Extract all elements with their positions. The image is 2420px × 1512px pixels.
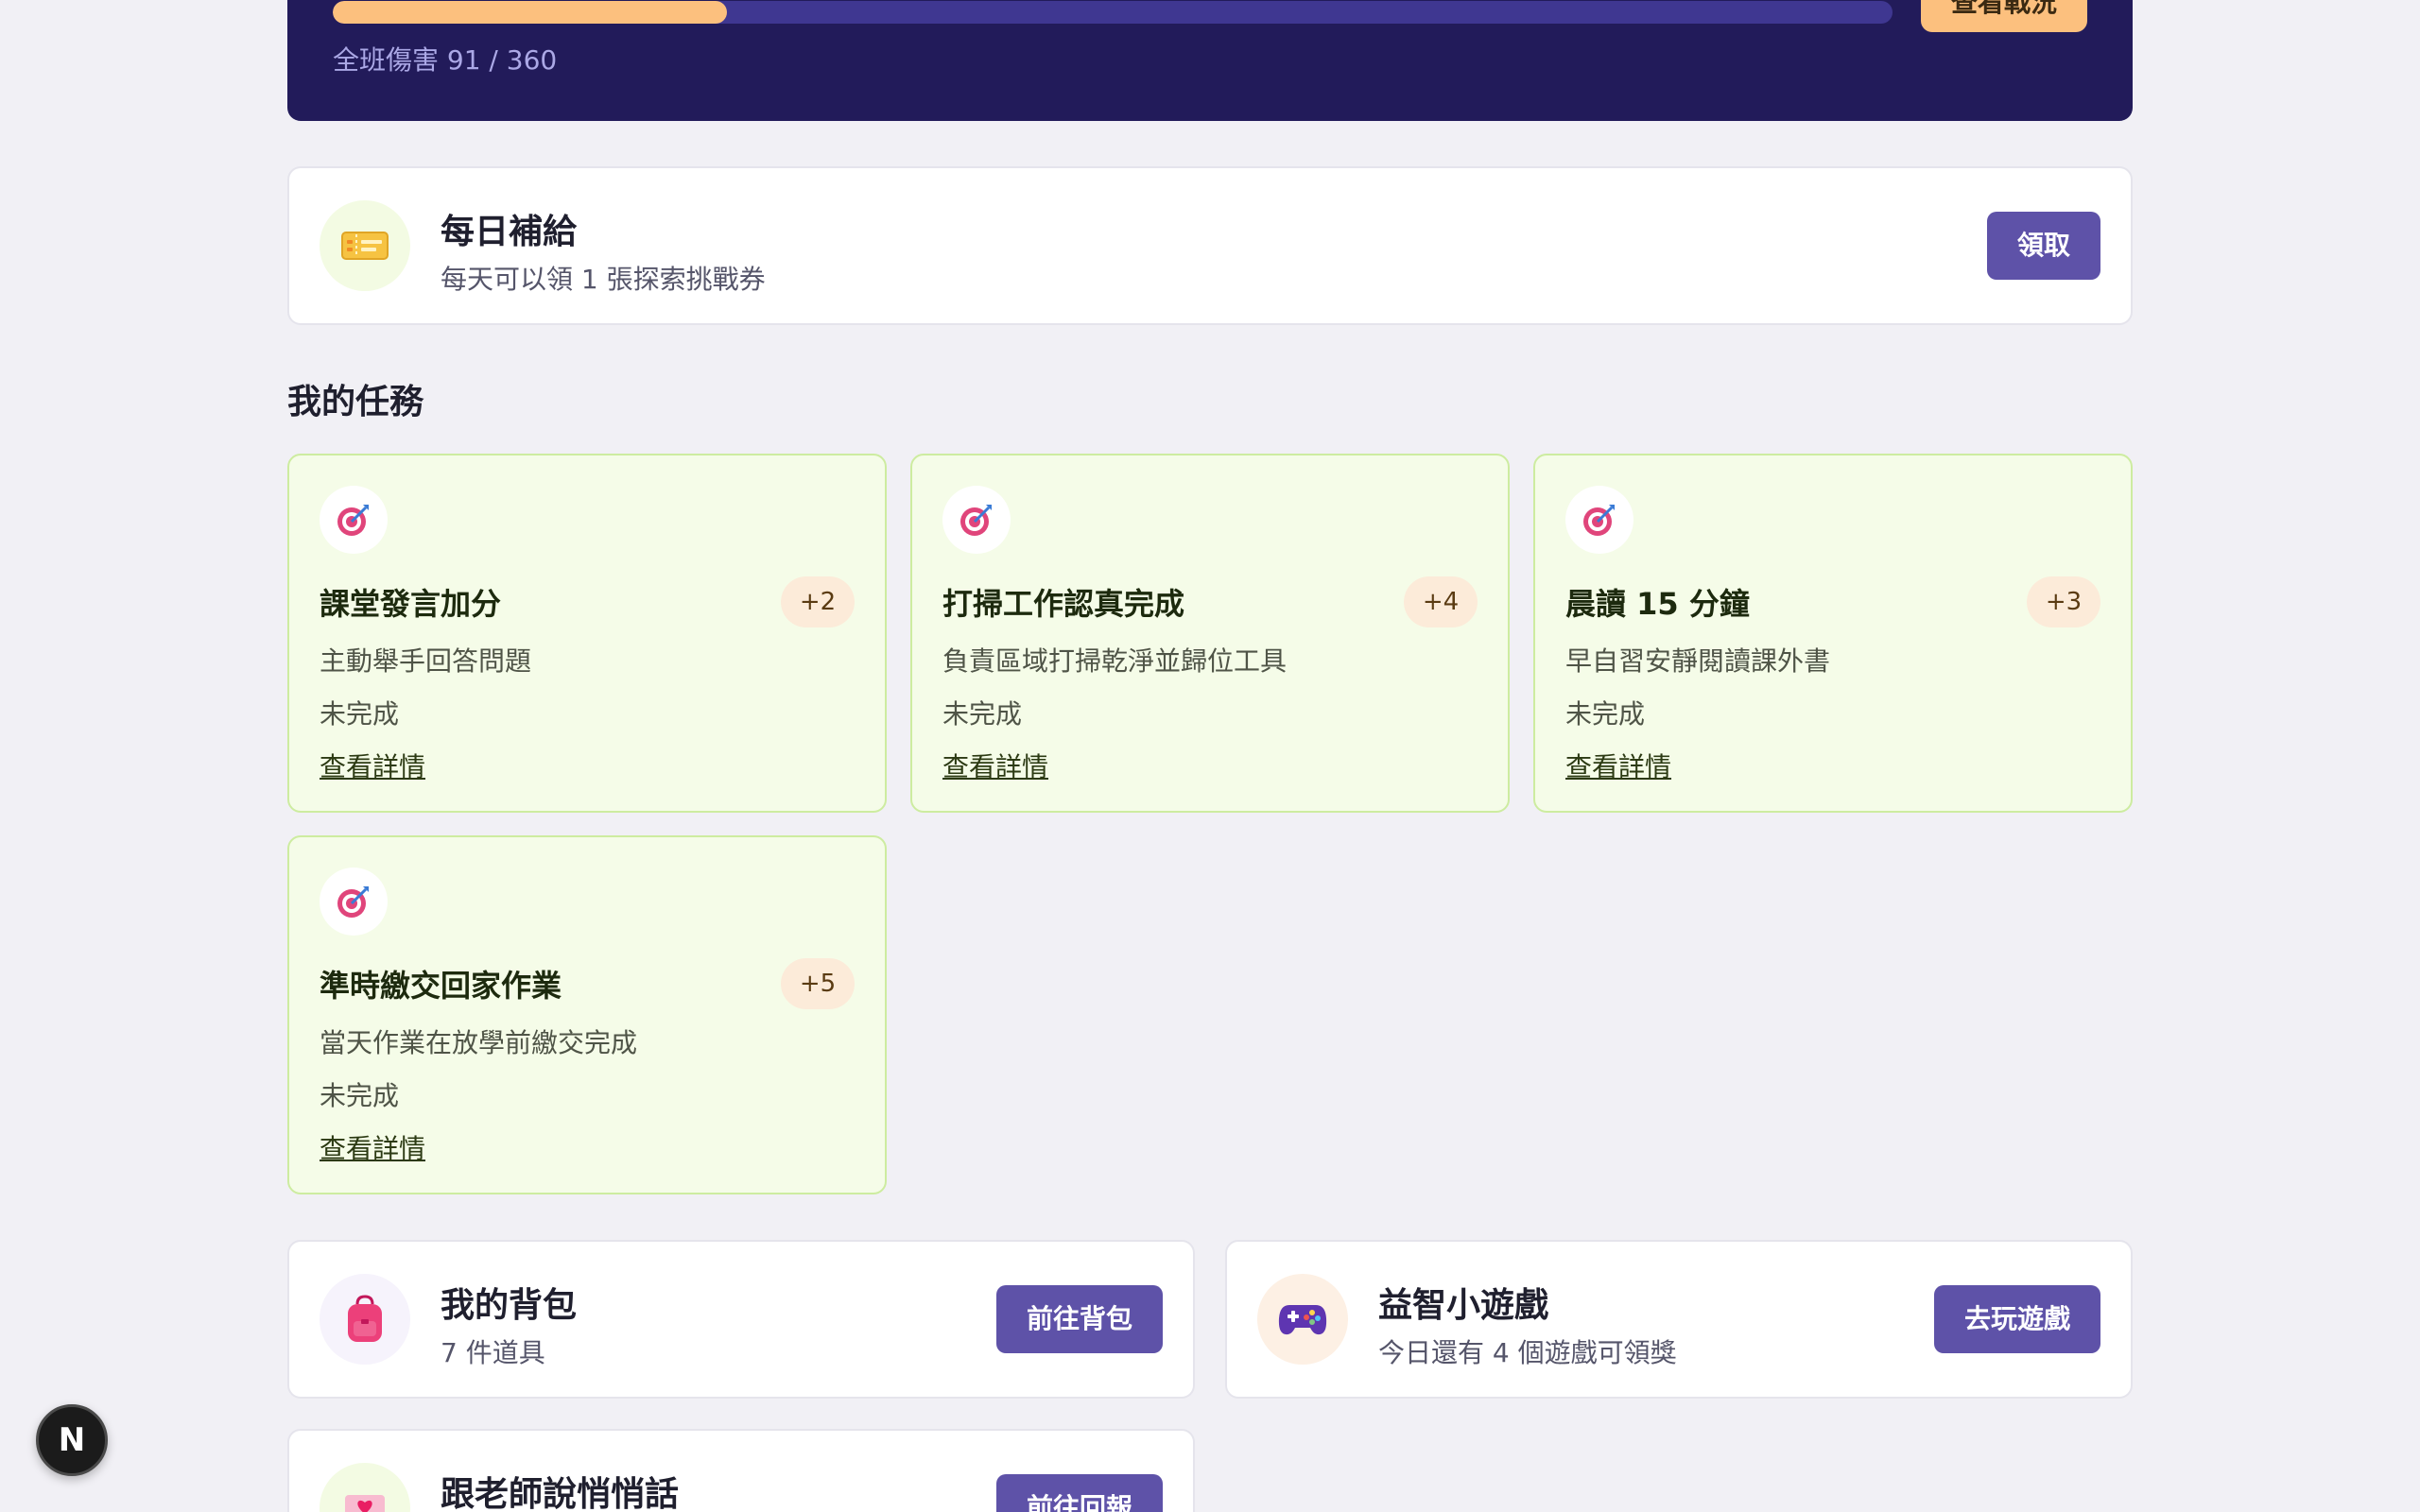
games-title: 益智小遊戲 <box>1378 1286 1549 1325</box>
view-battle-button[interactable]: 查看戰況 <box>1921 0 2087 32</box>
mission-description: 早自習安靜閱讀課外書 <box>1565 645 1831 677</box>
mission-description: 負責區域打掃乾淨並歸位工具 <box>942 645 1288 677</box>
backpack-title: 我的背包 <box>441 1286 578 1325</box>
dev-tools-badge[interactable]: N <box>36 1404 108 1476</box>
mission-title: 晨讀 15 分鐘 <box>1565 586 1750 622</box>
claim-button[interactable]: 領取 <box>1987 212 2100 280</box>
mission-details-link[interactable]: 查看詳情 <box>1565 747 1671 784</box>
mission-status: 未完成 <box>320 1080 400 1111</box>
love-letter-icon <box>320 1463 410 1512</box>
mission-description: 當天作業在放學前繳交完成 <box>320 1027 638 1058</box>
page: 全班傷害 91 / 360 查看戰況 每日補給 每天可以領 1 張探索挑戰券 領… <box>0 0 2420 1512</box>
backpack-subtitle: 7 件道具 <box>441 1337 545 1368</box>
raid-damage-text: 全班傷害 91 / 360 <box>333 44 558 76</box>
gamepad-icon <box>1257 1274 1348 1365</box>
mission-details-link[interactable]: 查看詳情 <box>320 1128 425 1166</box>
backpack-icon <box>320 1274 410 1365</box>
raid-banner: 全班傷害 91 / 360 查看戰況 <box>287 0 2133 121</box>
backpack-card: 我的背包 7 件道具 前往背包 <box>287 1240 1195 1399</box>
target-icon <box>942 486 1011 554</box>
mission-points-badge: +5 <box>781 958 855 1009</box>
mission-status: 未完成 <box>942 698 1023 730</box>
whisper-title: 跟老師說悄悄話 <box>441 1475 680 1512</box>
daily-title: 每日補給 <box>441 213 578 251</box>
target-icon <box>320 486 388 554</box>
ticket-icon <box>320 200 410 291</box>
mission-description: 主動舉手回答問題 <box>320 645 532 677</box>
daily-supply-card: 每日補給 每天可以領 1 張探索挑戰券 領取 <box>287 166 2133 325</box>
mission-details-link[interactable]: 查看詳情 <box>320 747 425 784</box>
whisper-card: 跟老師說悄悄話 前往回報 <box>287 1429 1195 1512</box>
mission-card[interactable]: 準時繳交回家作業 +5 當天作業在放學前繳交完成 未完成 查看詳情 <box>287 835 887 1194</box>
raid-progress-bar <box>333 1 1893 24</box>
games-subtitle: 今日還有 4 個遊戲可領獎 <box>1378 1337 1677 1368</box>
mission-points-badge: +4 <box>1404 576 1478 627</box>
go-to-backpack-button[interactable]: 前往背包 <box>996 1285 1163 1353</box>
mission-card[interactable]: 晨讀 15 分鐘 +3 早自習安靜閱讀課外書 未完成 查看詳情 <box>1533 454 2133 813</box>
mission-title: 打掃工作認真完成 <box>942 586 1185 622</box>
mission-title: 準時繳交回家作業 <box>320 968 562 1004</box>
daily-subtitle: 每天可以領 1 張探索挑戰券 <box>441 264 766 295</box>
missions-heading: 我的任務 <box>287 383 424 421</box>
mission-card[interactable]: 打掃工作認真完成 +4 負責區域打掃乾淨並歸位工具 未完成 查看詳情 <box>910 454 1510 813</box>
games-card: 益智小遊戲 今日還有 4 個遊戲可領獎 去玩遊戲 <box>1225 1240 2133 1399</box>
go-report-button[interactable]: 前往回報 <box>996 1474 1163 1512</box>
mission-title: 課堂發言加分 <box>320 586 502 622</box>
mission-status: 未完成 <box>320 698 400 730</box>
mission-details-link[interactable]: 查看詳情 <box>942 747 1048 784</box>
mission-points-badge: +3 <box>2027 576 2100 627</box>
play-games-button[interactable]: 去玩遊戲 <box>1934 1285 2100 1353</box>
target-icon <box>320 868 388 936</box>
mission-status: 未完成 <box>1565 698 1646 730</box>
mission-card[interactable]: 課堂發言加分 +2 主動舉手回答問題 未完成 查看詳情 <box>287 454 887 813</box>
target-icon <box>1565 486 1634 554</box>
raid-progress-fill <box>333 1 728 24</box>
mission-points-badge: +2 <box>781 576 855 627</box>
